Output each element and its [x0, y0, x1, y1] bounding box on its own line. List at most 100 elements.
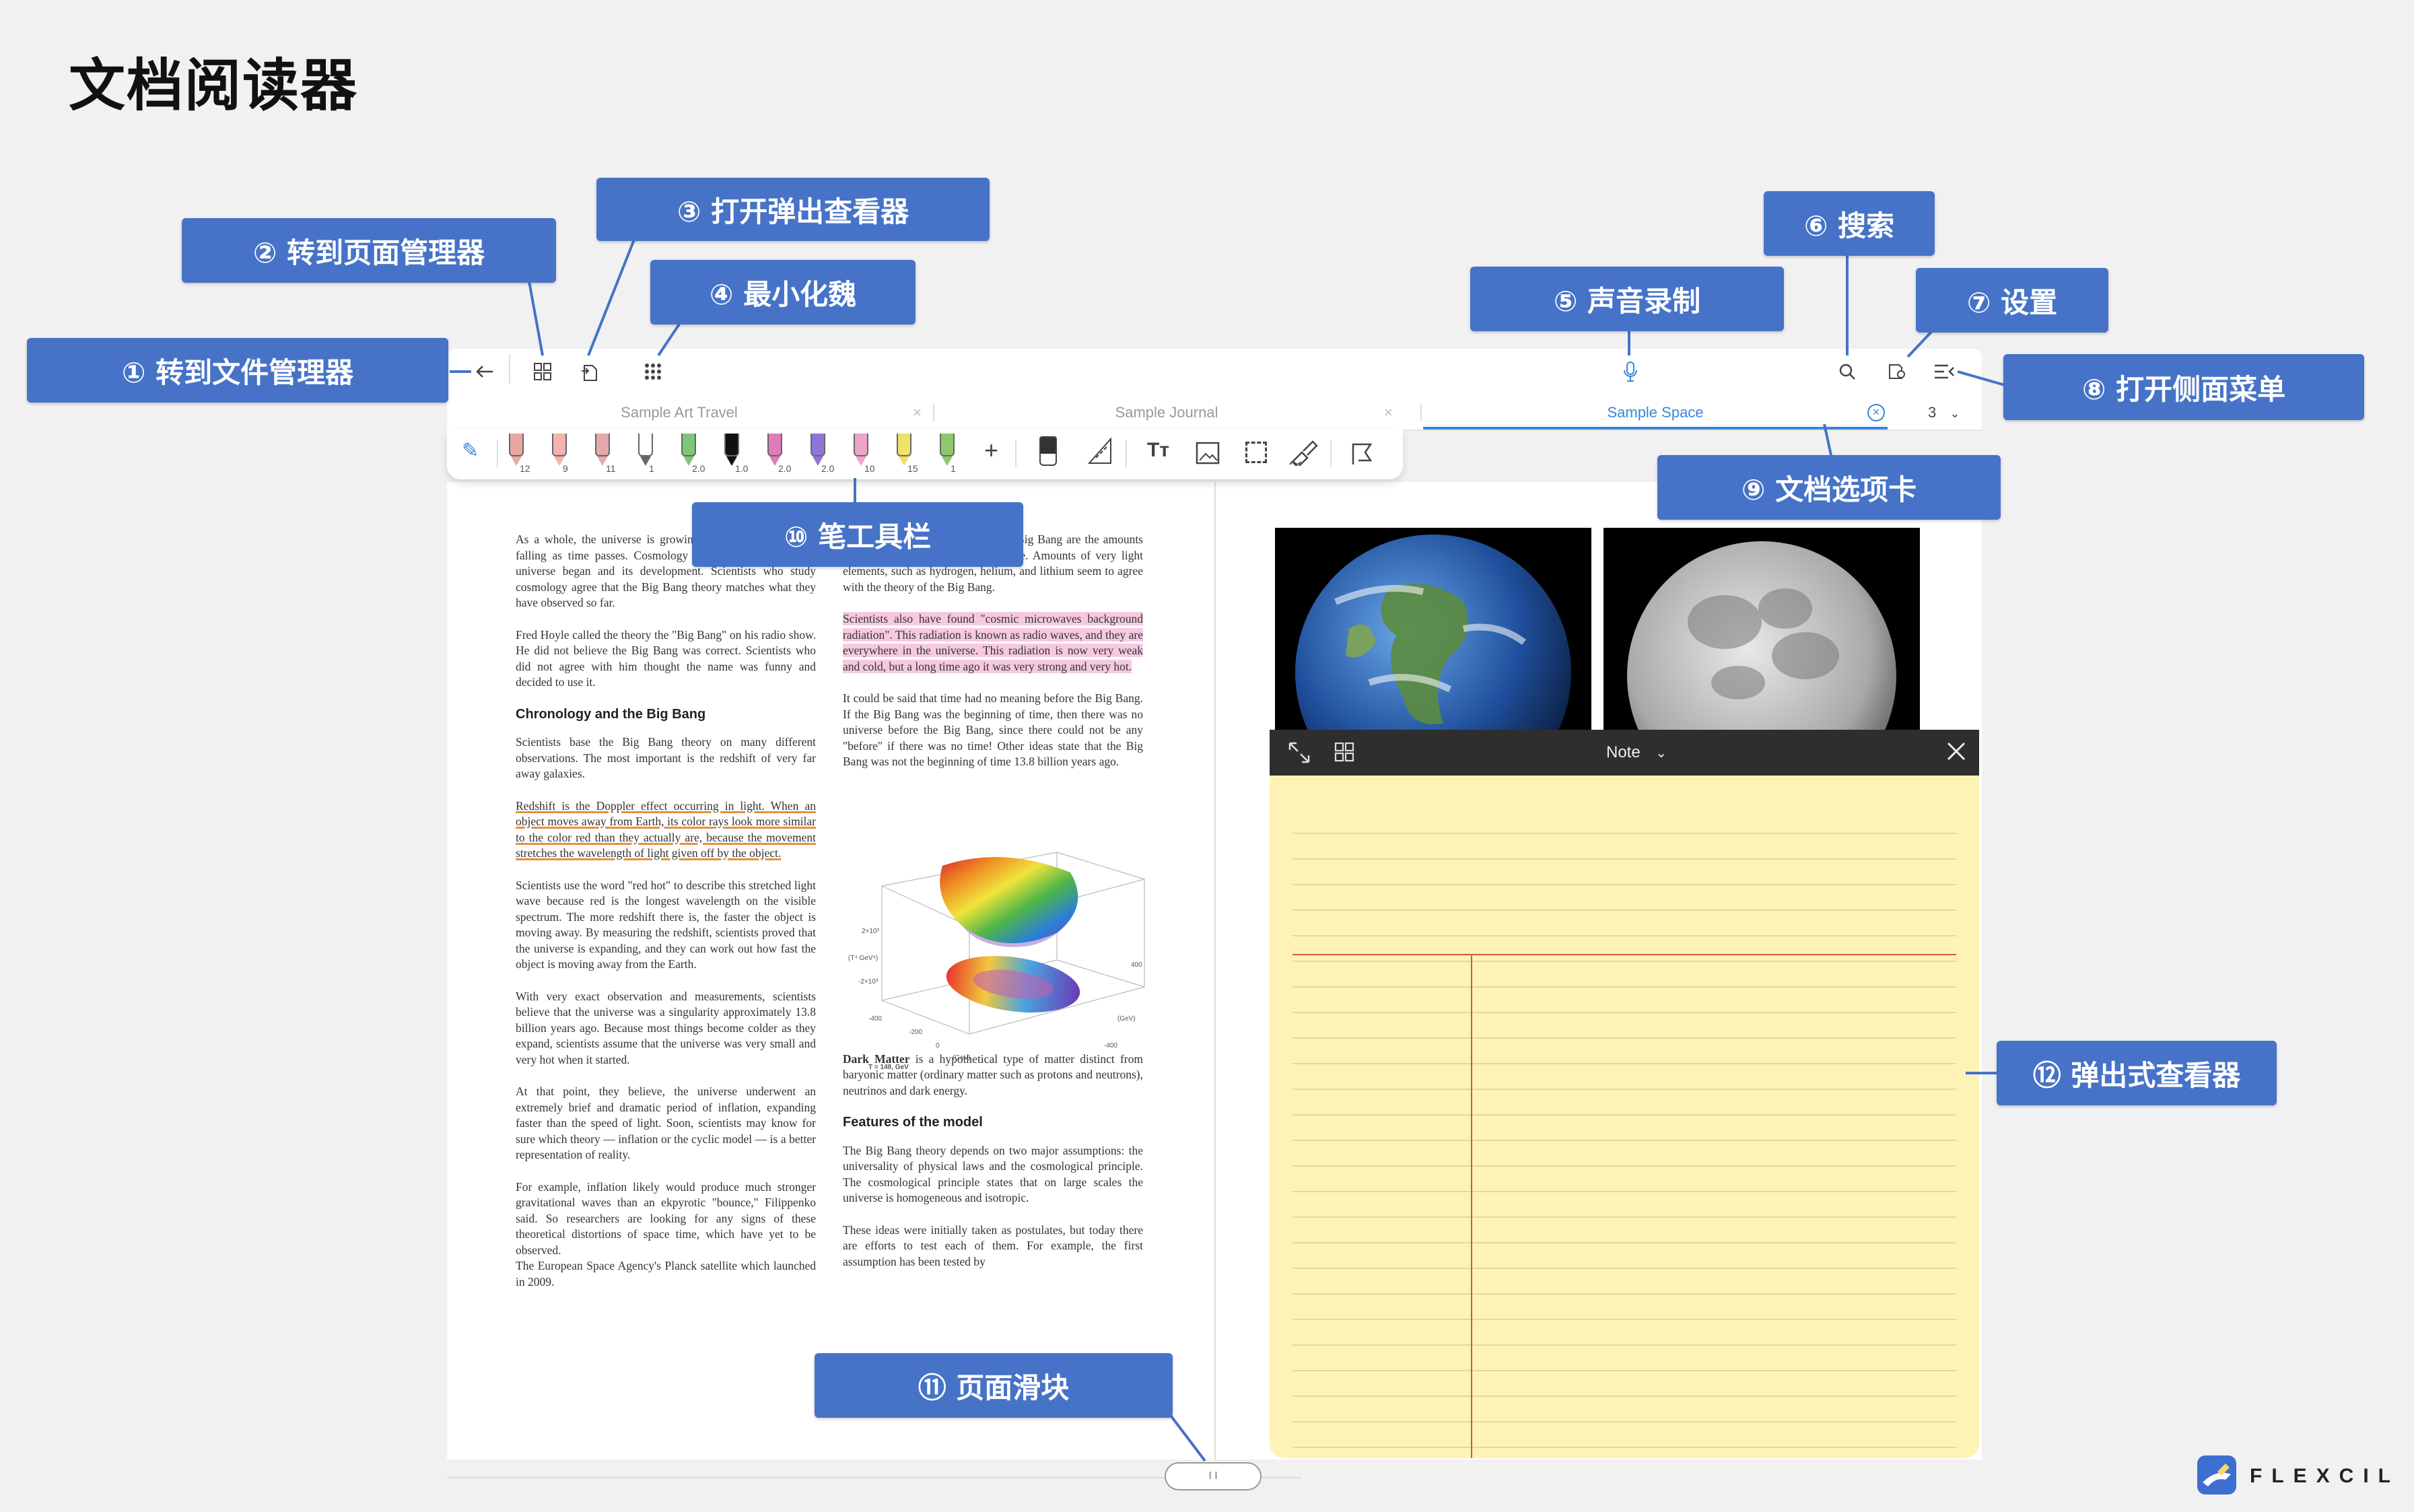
paragraph: It could be said that time had no meanin…: [843, 691, 1143, 768]
moon-image: [1603, 528, 1920, 730]
document-tabs: Sample Art Travel × Sample Journal × Sam…: [447, 396, 1982, 431]
plot-tick: -400: [1104, 1042, 1117, 1050]
plot-tick: 400: [1131, 961, 1142, 969]
expand-icon[interactable]: [1287, 741, 1311, 768]
plot-tick: -400: [868, 1015, 882, 1023]
note-title: Note: [1606, 743, 1641, 761]
settings-icon[interactable]: [1884, 358, 1910, 385]
pen-size-label: 11: [606, 463, 616, 474]
chevron-down-icon: ⌄: [1655, 746, 1667, 761]
callout-settings: ⑦ 设置: [1916, 268, 2108, 333]
paragraph: At that point, they believe, the univers…: [516, 1085, 816, 1161]
text-tool-icon[interactable]: Tт: [1147, 439, 1169, 462]
pen-body: [595, 434, 610, 456]
callout-page-manager: ② 转到页面管理器: [182, 218, 556, 283]
pen-size-label: 1: [951, 463, 956, 474]
pen-size-label: 10: [864, 463, 875, 474]
pen-body: [897, 434, 911, 456]
paragraph: Scientists use the word "red hot" to des…: [516, 878, 816, 971]
back-arrow-icon[interactable]: [471, 358, 498, 385]
pen-tool[interactable]: 1: [634, 434, 657, 474]
tab-label: Sample Art Travel: [621, 404, 738, 421]
pen-toolbar: ✎ 12 9 11 1 2.0 1.0 2.0 2.0 10 15 1 + Tт: [447, 429, 1403, 479]
pen-tool[interactable]: 1: [936, 434, 959, 474]
pen-select-icon[interactable]: ✎: [462, 439, 479, 462]
plot-title: T = 148, GeV: [868, 1064, 909, 1071]
text-column-1: As a whole, the universe is growing and …: [516, 532, 816, 1306]
pen-size-label: 1.0: [735, 463, 749, 474]
paragraph: These ideas were initially taken as post…: [843, 1223, 1143, 1268]
tab-sample-space[interactable]: Sample Space ×: [1423, 396, 1888, 429]
side-menu-icon[interactable]: [1931, 358, 1958, 385]
pen-body: [767, 434, 782, 456]
pen-size-label: 1: [649, 463, 654, 474]
pen-body: [811, 434, 825, 456]
pen-tool[interactable]: 15: [893, 434, 918, 474]
pen-tool[interactable]: 2.0: [763, 434, 791, 474]
callout-search: ⑥ 搜索: [1764, 191, 1935, 256]
pen-size-label: 15: [907, 463, 918, 474]
grid-icon[interactable]: [529, 358, 556, 385]
search-icon[interactable]: [1834, 358, 1861, 385]
popout-note-viewer[interactable]: [1270, 730, 1979, 1458]
lasso-ruler-icon[interactable]: [1087, 436, 1113, 469]
microphone-icon[interactable]: [1617, 358, 1644, 385]
callout-document-tabs: ⑨ 文档选项卡: [1657, 455, 2001, 520]
section-heading: Features of the model: [843, 1115, 983, 1130]
plot-axis-label: (T⁴ GeV⁴): [848, 955, 878, 962]
close-icon[interactable]: ×: [913, 396, 922, 429]
pen-tool[interactable]: 12: [505, 434, 530, 474]
tab-label: Sample Journal: [1115, 404, 1218, 421]
pen-body: [940, 434, 955, 456]
popout-icon[interactable]: [576, 358, 603, 385]
pen-tool[interactable]: 11: [591, 434, 616, 474]
plot-tick: -200: [909, 1029, 922, 1036]
tab-count-value: 3: [1928, 404, 1937, 421]
pen-size-label: 9: [563, 463, 568, 474]
paragraph: Fred Hoyle called the theory the "Big Ba…: [516, 627, 816, 689]
close-icon[interactable]: ×: [1384, 396, 1393, 429]
page-slider[interactable]: I I: [1165, 1462, 1262, 1490]
note-header: Note ⌄: [1270, 730, 1979, 776]
close-icon[interactable]: [1944, 739, 1968, 767]
plot-tick: -2×10³: [858, 978, 878, 986]
plot-tick: 0: [936, 1042, 940, 1050]
pen-size-label: 2.0: [692, 463, 705, 474]
note-title-dropdown[interactable]: Note ⌄: [1606, 743, 1667, 762]
highlighted-text: Scientists also have found "cosmic micro…: [843, 612, 1143, 673]
pen-tool[interactable]: 2.0: [677, 434, 705, 474]
close-icon[interactable]: ×: [1867, 404, 1885, 421]
dots-icon[interactable]: [640, 358, 666, 385]
paragraph: Scientists base the Big Bang theory on m…: [516, 735, 816, 780]
section-heading: Chronology and the Big Bang: [516, 706, 706, 722]
tab-count[interactable]: 3 ⌄: [1928, 396, 1960, 429]
callout-minimize: ④ 最小化魏: [650, 260, 916, 324]
tab-sample-journal[interactable]: Sample Journal ×: [934, 396, 1399, 429]
tab-label: Sample Space: [1607, 404, 1704, 421]
callout-voice-recording: ⑤ 声音录制: [1470, 267, 1784, 331]
plot-axis-label: (GeV): [1117, 1015, 1136, 1023]
underlined-text: Redshift is the Doppler effect occurring…: [516, 798, 816, 860]
pen-tool[interactable]: 9: [548, 434, 571, 474]
add-pen-icon[interactable]: +: [984, 436, 998, 465]
flexcil-logo: FLEXCIL: [2196, 1454, 2411, 1499]
pen-body: [638, 434, 653, 456]
selection-tool-icon[interactable]: [1245, 442, 1267, 463]
eraser-icon[interactable]: [1039, 436, 1057, 466]
plot-tick: 2×10³: [862, 928, 880, 935]
grid-icon[interactable]: [1334, 742, 1354, 765]
callout-popout-note-viewer: ⑫ 弹出式查看器: [1997, 1041, 2277, 1105]
pen-body: [552, 434, 567, 456]
paragraph: For example, inflation likely would prod…: [516, 1179, 816, 1257]
tab-sample-art-travel[interactable]: Sample Art Travel ×: [447, 396, 922, 429]
callout-file-manager: ① 转到文件管理器: [27, 338, 448, 403]
highlighter-tool-icon[interactable]: [1288, 439, 1319, 469]
pen-tool[interactable]: 2.0: [806, 434, 834, 474]
pen-tool[interactable]: 1.0: [720, 434, 748, 474]
callout-page-slider: ⑪ 页面滑块: [815, 1353, 1173, 1418]
pen-tool[interactable]: 10: [850, 434, 875, 474]
chevron-down-icon: ⌄: [1950, 407, 1960, 420]
image-tool-icon[interactable]: [1196, 442, 1220, 468]
shape-tool-icon[interactable]: [1349, 440, 1376, 471]
brand-name: FLEXCIL: [2250, 1465, 2400, 1487]
